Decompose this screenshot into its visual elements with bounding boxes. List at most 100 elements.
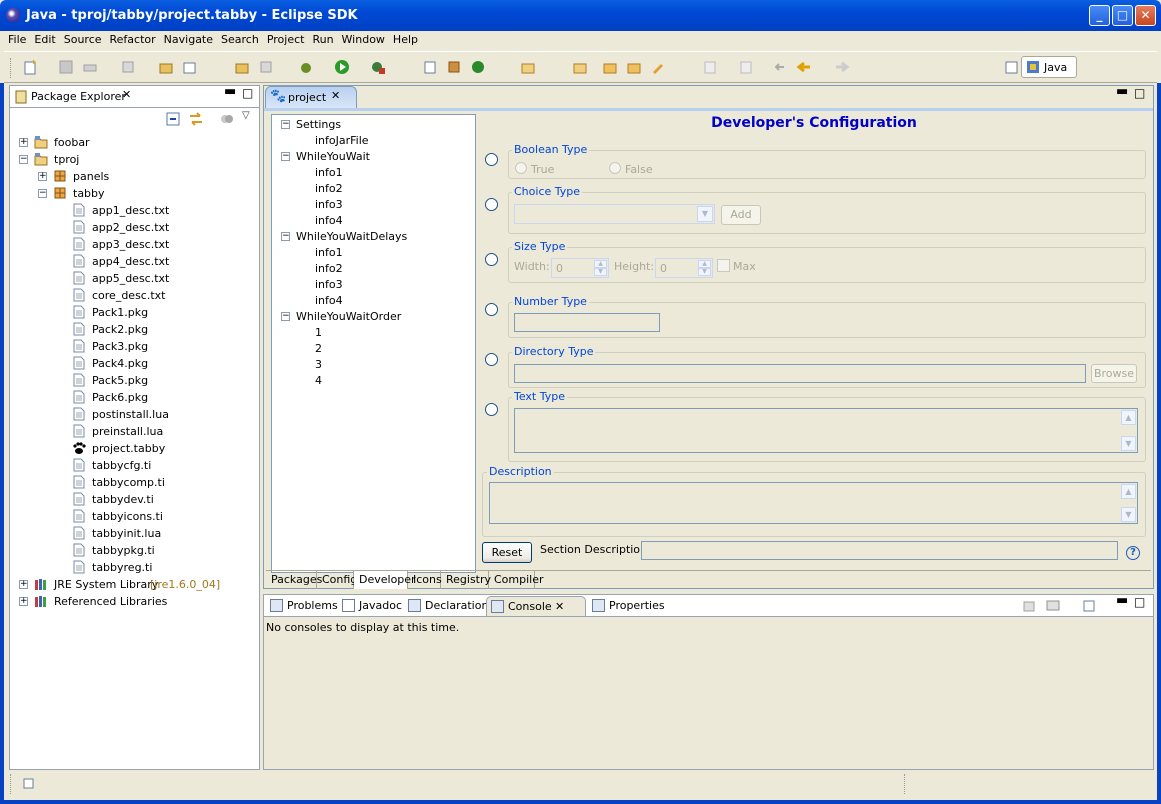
false-radio[interactable] (609, 162, 621, 174)
scroll-down-icon[interactable]: ▼ (1121, 436, 1136, 451)
number-input[interactable] (514, 313, 660, 332)
tree-item[interactable]: + foobar (10, 134, 259, 151)
help-icon[interactable]: ? (1126, 546, 1140, 560)
menu-edit[interactable]: Edit (30, 31, 59, 46)
open-file-icon[interactable] (572, 59, 588, 75)
tree-item[interactable]: app2_desc.txt (10, 219, 259, 236)
tree-item[interactable]: app4_desc.txt (10, 253, 259, 270)
description-area[interactable]: ▲ ▼ (489, 482, 1138, 524)
minimize-view-icon[interactable]: ▬ (224, 84, 236, 99)
filters-icon[interactable] (220, 113, 234, 125)
open-folder-icon[interactable] (520, 59, 536, 75)
minimize-button[interactable]: _ (1089, 5, 1110, 26)
collapse-icon[interactable]: − (19, 155, 28, 164)
tree-item[interactable]: tabbyreg.ti (10, 559, 259, 576)
tree-item[interactable]: Pack6.pkg (10, 389, 259, 406)
tree-item[interactable]: Pack3.pkg (10, 338, 259, 355)
pin-console-icon[interactable] (1022, 599, 1036, 613)
run-icon[interactable] (334, 59, 350, 75)
open-perspective-icon[interactable] (1004, 59, 1020, 75)
tree-item[interactable]: + panels (10, 168, 259, 185)
browse-button[interactable]: Browse (1091, 364, 1137, 383)
tree-item[interactable]: project.tabby (10, 440, 259, 457)
menu-project[interactable]: Project (263, 31, 309, 46)
view-tab-problems[interactable]: Problems (266, 596, 338, 616)
page-tab-packages[interactable]: Packages (266, 571, 322, 589)
tree-item[interactable]: app5_desc.txt (10, 270, 259, 287)
tree-item[interactable]: core_desc.txt (10, 287, 259, 304)
section-description-input[interactable] (641, 541, 1118, 560)
page-tab-config[interactable]: Config (317, 571, 357, 589)
link-editor-icon[interactable] (188, 112, 204, 126)
spin-down-icon[interactable]: ▼ (698, 268, 711, 276)
view-tab-javadoc[interactable]: Javadoc (338, 596, 402, 616)
tree-item[interactable]: Pack5.pkg (10, 372, 259, 389)
collapse-icon[interactable]: − (281, 152, 290, 161)
scroll-down-icon[interactable]: ▼ (1121, 507, 1136, 522)
java-perspective-button[interactable]: Java (1021, 56, 1077, 78)
view-tab-properties[interactable]: Properties (588, 596, 665, 616)
tree-item[interactable]: − tabby (10, 185, 259, 202)
spin-down-icon[interactable]: ▼ (594, 268, 607, 276)
menu-refactor[interactable]: Refactor (106, 31, 160, 46)
menu-file[interactable]: File (4, 31, 30, 46)
open-editor-icon[interactable] (626, 59, 642, 75)
new-package-icon[interactable] (182, 59, 198, 75)
new-class-icon[interactable] (470, 59, 486, 75)
tree-item[interactable]: Pack2.pkg (10, 321, 259, 338)
tree-item[interactable]: tabbypkg.ti (10, 542, 259, 559)
tree-item[interactable]: tabbycfg.ti (10, 457, 259, 474)
minimize-console-icon[interactable]: ▬ (1116, 593, 1128, 608)
collapse-icon[interactable]: − (281, 120, 290, 129)
new-java-project-icon[interactable] (158, 59, 174, 75)
package-explorer-tab[interactable]: Package Explorer ✕ ▬ □ (10, 84, 259, 108)
max-checkbox[interactable] (717, 259, 730, 272)
maximize-console-icon[interactable]: □ (1134, 595, 1145, 609)
open-type-icon[interactable] (234, 59, 250, 75)
build-icon[interactable] (120, 59, 136, 75)
new-icon[interactable] (22, 59, 38, 75)
text-area[interactable]: ▲ ▼ (514, 408, 1138, 453)
edit-icon[interactable] (650, 59, 666, 75)
tree-item[interactable]: postinstall.lua (10, 406, 259, 423)
editor-tab-project[interactable]: 🐾 project ✕ (265, 86, 357, 108)
text-type-radio[interactable] (485, 403, 498, 416)
choice-type-radio[interactable] (485, 198, 498, 211)
save-icon[interactable] (58, 59, 74, 75)
maximize-editor-icon[interactable]: □ (1134, 86, 1145, 100)
menu-navigate[interactable]: Navigate (160, 31, 217, 46)
choice-select[interactable]: ▼ (514, 204, 715, 224)
view-menu-icon[interactable]: ▽ (242, 110, 250, 121)
directory-input[interactable] (514, 364, 1086, 383)
open-project-icon[interactable] (602, 59, 618, 75)
expand-icon[interactable]: + (38, 172, 47, 181)
tree-item[interactable]: Pack4.pkg (10, 355, 259, 372)
width-spinner[interactable]: 0 ▲ ▼ (551, 258, 609, 278)
open-resource-icon[interactable] (258, 59, 274, 75)
debug-icon[interactable] (298, 59, 314, 75)
add-button[interactable]: Add (721, 205, 761, 225)
tree-item[interactable]: Pack1.pkg (10, 304, 259, 321)
expand-icon[interactable]: + (19, 597, 28, 606)
maximize-button[interactable]: □ (1112, 5, 1133, 26)
tree-item[interactable]: preinstall.lua (10, 423, 259, 440)
page-tab-icons[interactable]: Icons (408, 571, 442, 589)
collapse-all-icon[interactable] (166, 112, 180, 126)
tree-item[interactable]: app1_desc.txt (10, 202, 259, 219)
external-tools-icon[interactable] (370, 59, 386, 75)
scroll-up-icon[interactable]: ▲ (1121, 410, 1136, 425)
spin-up-icon[interactable]: ▲ (594, 260, 607, 268)
tree-item[interactable]: + JRE System Library [jre1.6.0_04] (10, 576, 259, 593)
height-spinner[interactable]: 0 ▲ ▼ (655, 258, 713, 278)
expand-icon[interactable]: + (19, 580, 28, 589)
spin-up-icon[interactable]: ▲ (698, 260, 711, 268)
expand-icon[interactable]: + (19, 138, 28, 147)
prev-annotation-icon[interactable] (738, 59, 754, 75)
boolean-type-radio[interactable] (485, 153, 498, 166)
back-icon[interactable] (796, 59, 812, 75)
print-icon[interactable] (82, 59, 98, 75)
true-radio[interactable] (515, 162, 527, 174)
page-tab-developer[interactable]: Developer (354, 571, 416, 589)
page-tab-registry[interactable]: Registry (441, 571, 491, 589)
reset-button[interactable]: Reset (482, 542, 532, 563)
